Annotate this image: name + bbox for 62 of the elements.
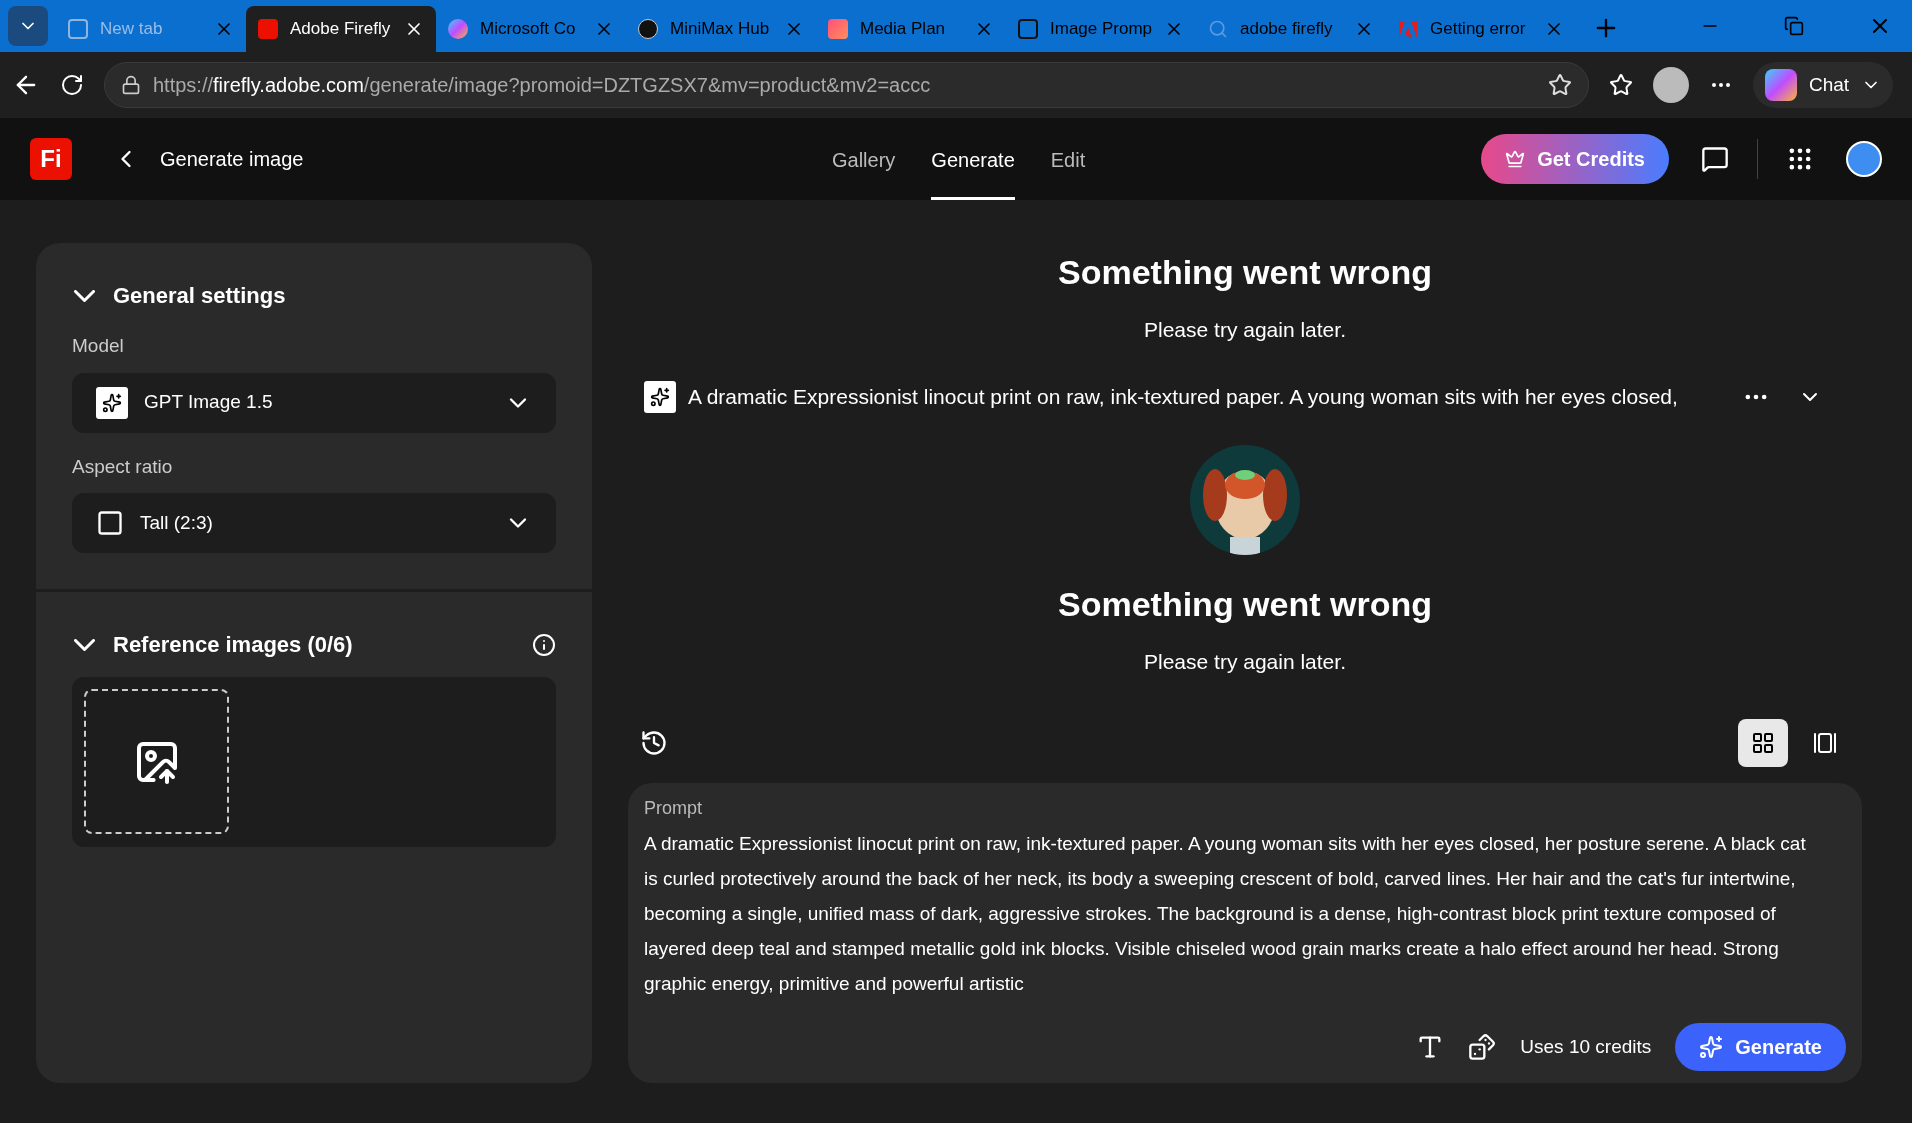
browser-tab[interactable]: Getting error xyxy=(1386,6,1576,52)
carousel-icon xyxy=(1813,731,1837,755)
favorite-star-icon[interactable] xyxy=(1548,73,1572,97)
nav-tab[interactable]: Generate xyxy=(931,118,1015,200)
history-icon[interactable] xyxy=(640,729,668,757)
field-label: Aspect ratio xyxy=(72,454,174,479)
tab-title: Getting error xyxy=(1430,18,1527,41)
chevron-down-icon xyxy=(74,289,95,302)
page-title: Generate image xyxy=(160,147,304,172)
model-dropdown[interactable]: GPT Image 1.5 xyxy=(72,372,556,433)
adobe-logo-icon xyxy=(1398,19,1418,39)
tab-title: Adobe Firefly xyxy=(290,18,392,41)
favorites-icon[interactable] xyxy=(1609,73,1633,97)
nav-tab[interactable]: Gallery xyxy=(832,118,896,200)
browser-tab[interactable]: MiniMax Hub xyxy=(626,6,816,52)
section-header[interactable]: Reference images (0/6) xyxy=(72,628,532,661)
generate-button[interactable]: Generate xyxy=(1675,1023,1846,1071)
grid-icon xyxy=(1751,731,1775,755)
grid-view-button[interactable] xyxy=(1738,719,1788,767)
prompt-field[interactable]: A dramatic Expressionist linocut print on raw, ink-textured paper. A young woman sits with her eyes closed, her posture serene. A black cat is curled protectively around the back of her neck, its body a sweeping crescent of bold, carved lines. Her hair and the cat's fur intertwine, becoming a single, unified mass of dark, aggressive strokes. The background is a dense, high-contrast block print texture composed of layered deep teal and stamped metallic gold ink blocks. Visible chiseled wood grain marks create a halo effect around her head. Strong graphic energy, primitive and powerful artistic xyxy=(644,826,1846,1006)
field-label: Model xyxy=(72,334,125,358)
sparkle-icon xyxy=(1699,1035,1724,1059)
model-logo-icon xyxy=(96,386,128,419)
browser-tab[interactable]: Microsoft Co xyxy=(436,6,626,52)
prompt-label: Prompt xyxy=(644,797,704,820)
search-icon xyxy=(1208,19,1228,39)
reload-icon[interactable] xyxy=(60,73,84,97)
firefly-logo[interactable]: Fi xyxy=(30,138,72,180)
restore-icon[interactable] xyxy=(1784,16,1804,36)
tab-title: Media Plan xyxy=(860,18,947,41)
error-message: Please try again later. xyxy=(1144,648,1346,675)
lock-icon xyxy=(121,75,141,95)
address-field[interactable]: https://firefly.adobe.com/generate/image?promoid=DZTGZSX7&mv=product&mv2=accc xyxy=(104,62,1589,108)
chevron-down-icon xyxy=(74,638,95,651)
tab-title: Microsoft Co xyxy=(480,18,577,41)
browser-tab[interactable]: adobe firefly xyxy=(1196,6,1386,52)
nav-tab[interactable]: Edit xyxy=(1050,118,1086,200)
dice-icon[interactable] xyxy=(1468,1033,1497,1061)
error-message: Please try again later. xyxy=(1144,316,1346,343)
browser-tab[interactable]: Media Plan xyxy=(816,6,1006,52)
error-title: Something went wrong xyxy=(1058,252,1432,293)
url-text: https://firefly.adobe.com/generate/image?promoid=DZTGZSX7&mv=product&mv2=accc xyxy=(153,73,932,98)
user-avatar-icon[interactable] xyxy=(1846,141,1882,177)
browser-tab[interactable]: Image Promp xyxy=(1006,6,1196,52)
error-title: Something went wrong xyxy=(1058,584,1432,625)
profile-avatar-icon[interactable] xyxy=(1653,67,1689,103)
tab-title: MiniMax Hub xyxy=(670,18,771,41)
feedback-icon[interactable] xyxy=(1701,145,1729,173)
prompt-preview: A dramatic Expressionist linocut print on raw, ink-textured paper. A young woman sits with her eyes closed, xyxy=(688,384,1679,411)
aspect-ratio-dropdown[interactable]: Tall (2:3) xyxy=(72,493,556,553)
get-credits-button[interactable]: Get Credits xyxy=(1481,134,1669,184)
tab-title: adobe firefly xyxy=(1240,18,1334,41)
credits-text: Uses 10 credits xyxy=(1520,1034,1652,1059)
section-header[interactable]: General settings xyxy=(72,279,556,312)
tab-title: New tab xyxy=(100,18,164,41)
tab-title: Image Promp xyxy=(1050,18,1153,41)
crown-icon xyxy=(1505,149,1526,169)
browser-tab[interactable]: Adobe Firefly xyxy=(246,6,436,52)
info-icon[interactable] xyxy=(532,632,556,657)
chat-button[interactable]: Chat xyxy=(1753,62,1894,108)
upload-image-button[interactable] xyxy=(84,689,229,834)
model-logo-icon xyxy=(644,381,676,413)
